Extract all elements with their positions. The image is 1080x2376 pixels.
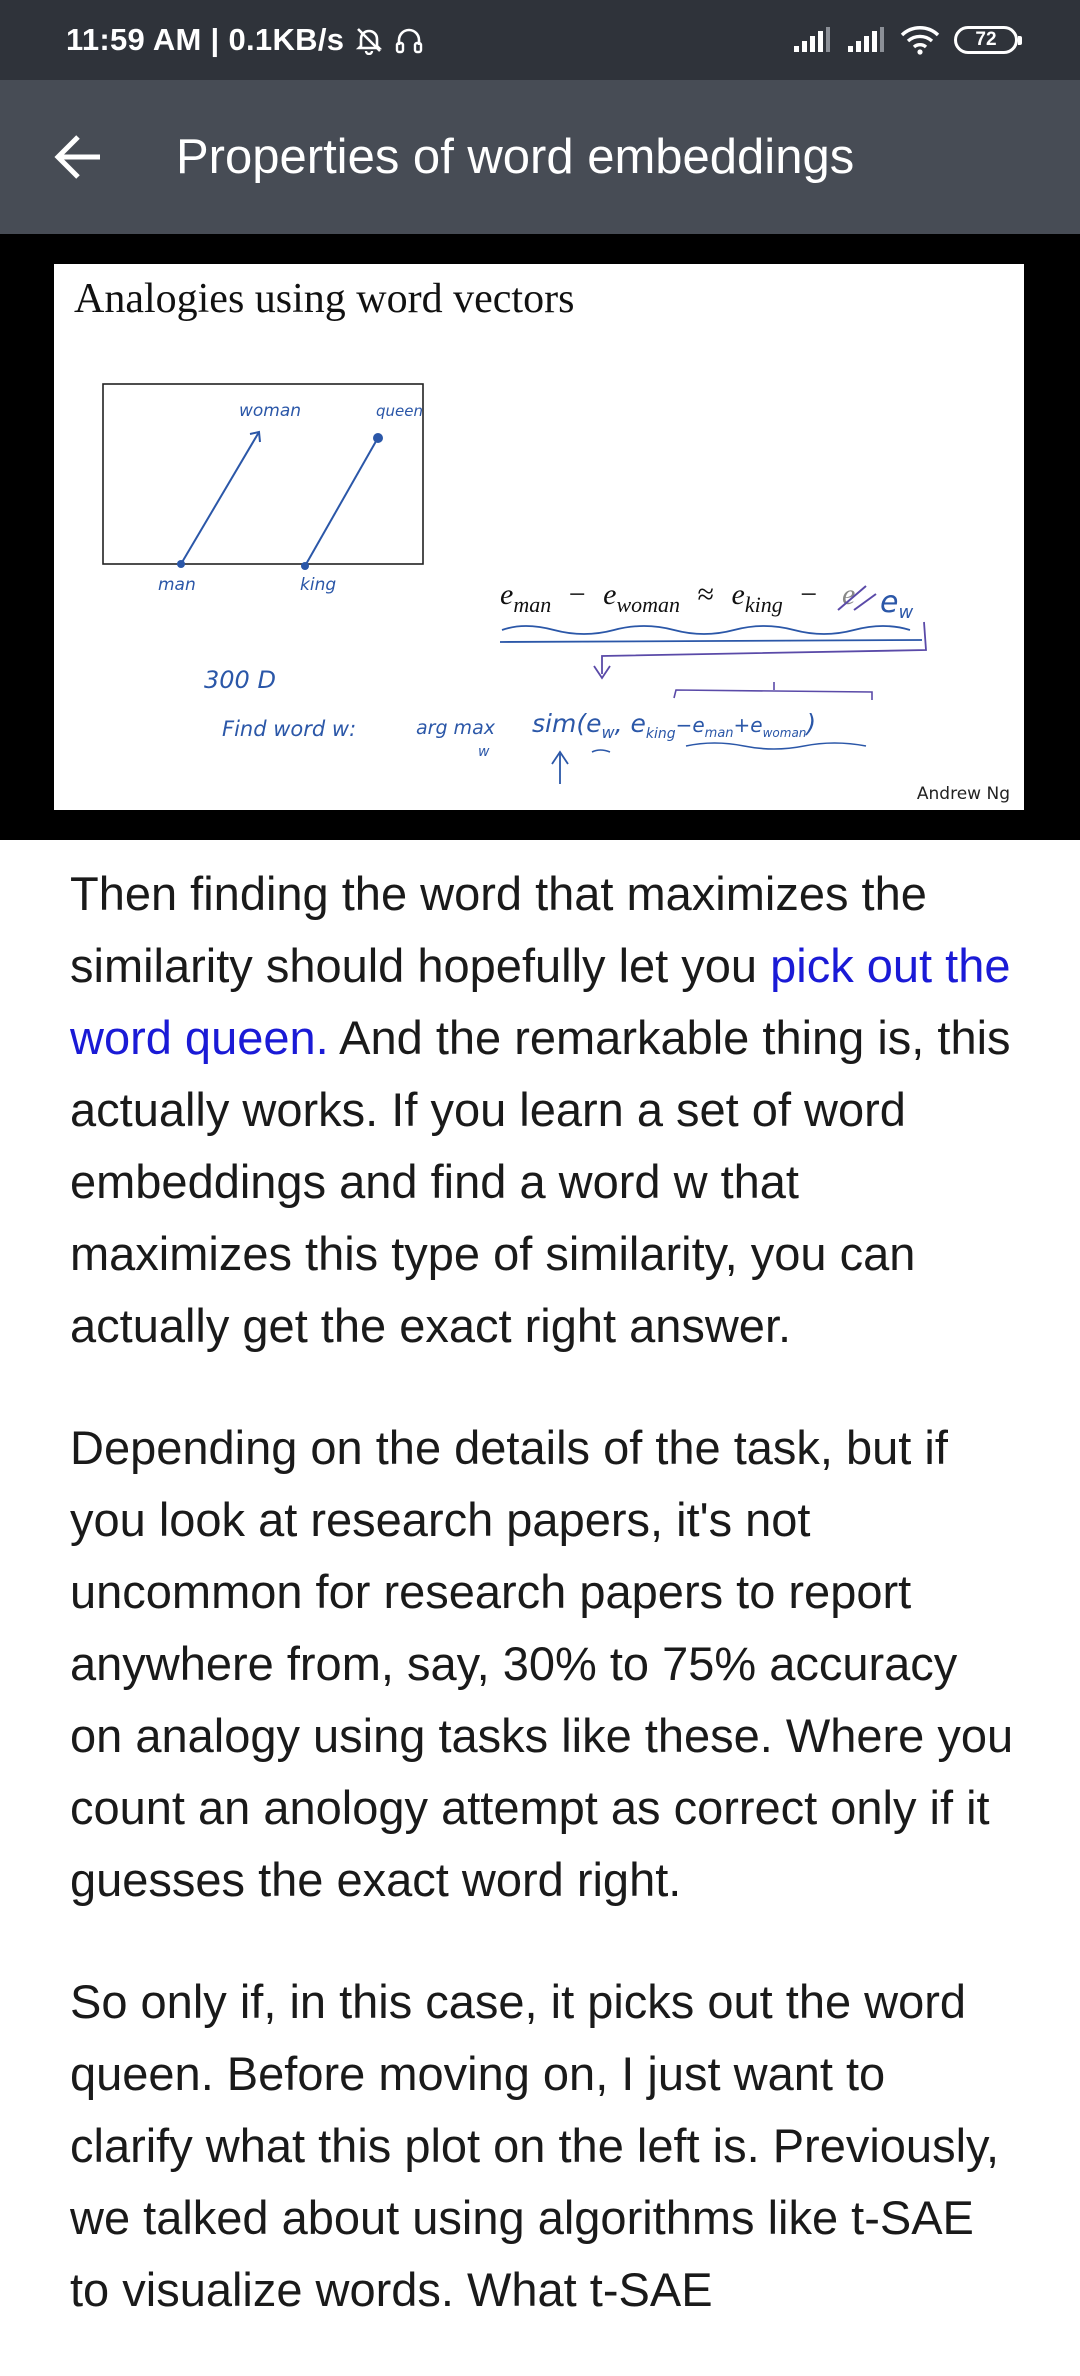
- back-button[interactable]: [28, 107, 128, 207]
- label-man: man: [158, 575, 196, 595]
- transcript-paragraph-1: Then finding the word that maximizes the…: [70, 858, 1020, 1362]
- minus-e-man: −e: [676, 713, 705, 737]
- sim-expression: sim(ew, eking−eman+ewoman): [532, 709, 816, 742]
- wifi-icon: [900, 25, 940, 55]
- argmax-label: arg max: [416, 717, 496, 739]
- status-left: 11:59 AM | 0.1KB/s: [66, 22, 424, 58]
- app-bar: Properties of word embeddings: [0, 80, 1080, 234]
- slide-credit: Andrew Ng: [917, 784, 1010, 804]
- slide-title: Analogies using word vectors: [74, 276, 574, 322]
- label-woman: woman: [239, 401, 301, 421]
- eq-minus-1: −: [569, 578, 586, 611]
- eq-e-woman: e: [603, 578, 616, 611]
- transcript-paragraph-3[interactable]: So only if, in this case, it picks out t…: [70, 1966, 1020, 2326]
- slide-drawing: Analogies using word vectors woman queen…: [74, 276, 1010, 804]
- plus-e-woman: +e: [734, 713, 763, 737]
- transcript-paragraph-2[interactable]: Depending on the details of the task, bu…: [70, 1412, 1020, 1916]
- label-queen: queen: [376, 402, 423, 420]
- eq-e-king: e: [732, 578, 745, 611]
- analogy-equation: eman − ewoman ≈ eking −: [500, 578, 817, 619]
- eq-sub-man: man: [513, 592, 551, 617]
- king-queen-vector: [304, 435, 380, 567]
- lecture-slide: Analogies using word vectors woman queen…: [54, 264, 1024, 810]
- sim-text: sim(e: [532, 709, 601, 738]
- close-paren: ): [804, 709, 816, 738]
- video-player[interactable]: Analogies using word vectors woman queen…: [0, 234, 1080, 840]
- man-woman-vector: [180, 431, 260, 565]
- sim-sub: w: [601, 723, 615, 742]
- eq-approx: ≈: [698, 578, 714, 611]
- status-bar: 11:59 AM | 0.1KB/s 72: [0, 0, 1080, 80]
- sim-rest: , e: [615, 709, 646, 738]
- signal-icon: [792, 26, 832, 54]
- label-king: king: [300, 575, 336, 595]
- battery-indicator: 72: [954, 26, 1022, 54]
- signal-icon: [846, 26, 886, 54]
- transcript: Then finding the word that maximizes the…: [70, 858, 1020, 2376]
- headset-icon: [394, 25, 424, 55]
- eq-e-man: e: [500, 578, 513, 611]
- eq-sub-woman: woman: [616, 592, 680, 617]
- man-sub: man: [705, 726, 734, 741]
- status-right: 72: [792, 25, 1022, 55]
- status-time: 11:59 AM | 0.1KB/s: [66, 22, 345, 57]
- king-sub: king: [646, 726, 676, 742]
- eq-e-w: ew: [880, 585, 913, 623]
- label-dimension: 300 D: [204, 666, 276, 694]
- eq-e-w-sub: w: [898, 602, 913, 623]
- mute-alarm-icon: [354, 25, 384, 55]
- eq-e-w-letter: e: [880, 585, 898, 620]
- svg-text:eman − ewo: eman − ewoman ≈ eking −: [500, 578, 817, 619]
- arrow-left-icon: [54, 135, 100, 179]
- woman-sub: woman: [763, 726, 807, 740]
- page-title: Properties of word embeddings: [176, 130, 855, 184]
- find-word-label: Find word w:: [222, 717, 356, 741]
- eq-sub-king: king: [745, 592, 783, 617]
- eq-minus-2: −: [800, 578, 817, 611]
- argmax-sub: w: [478, 744, 490, 760]
